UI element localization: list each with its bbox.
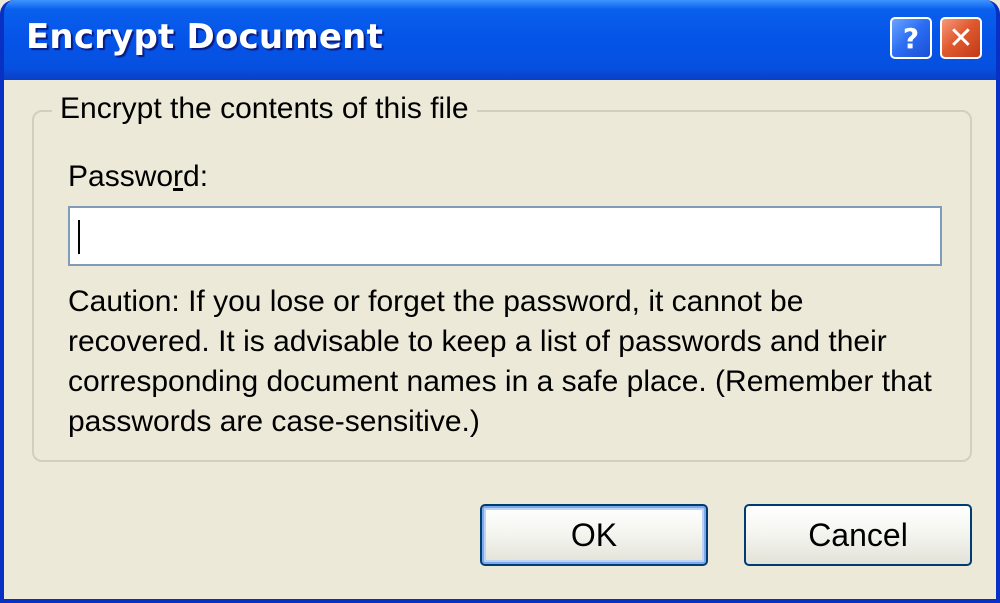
close-button[interactable]: ✕ — [940, 17, 982, 59]
password-label-start: Passwo — [68, 160, 174, 193]
password-input[interactable] — [68, 206, 942, 266]
dialog-body: Encrypt the contents of this file Passwo… — [4, 80, 996, 599]
ok-button[interactable]: OK — [480, 504, 708, 566]
title-bar[interactable]: Encrypt Document ? ✕ — [4, 0, 996, 80]
close-icon: ✕ — [948, 20, 974, 56]
password-label-end: d: — [183, 160, 209, 193]
window-title: Encrypt Document — [26, 17, 384, 57]
password-label: Password: — [68, 160, 208, 194]
help-button[interactable]: ? — [890, 17, 932, 59]
help-icon: ? — [902, 21, 920, 55]
caution-text: Caution: If you lose or forget the passw… — [68, 285, 932, 438]
text-caret — [78, 220, 80, 254]
encrypt-document-dialog: Encrypt Document ? ✕ Encrypt the content… — [0, 0, 1000, 603]
groupbox-legend: Encrypt the contents of this file — [52, 92, 477, 126]
encrypt-groupbox: Encrypt the contents of this file Passwo… — [32, 92, 972, 462]
password-label-accelerator: r — [173, 160, 184, 193]
cancel-button[interactable]: Cancel — [744, 504, 972, 566]
